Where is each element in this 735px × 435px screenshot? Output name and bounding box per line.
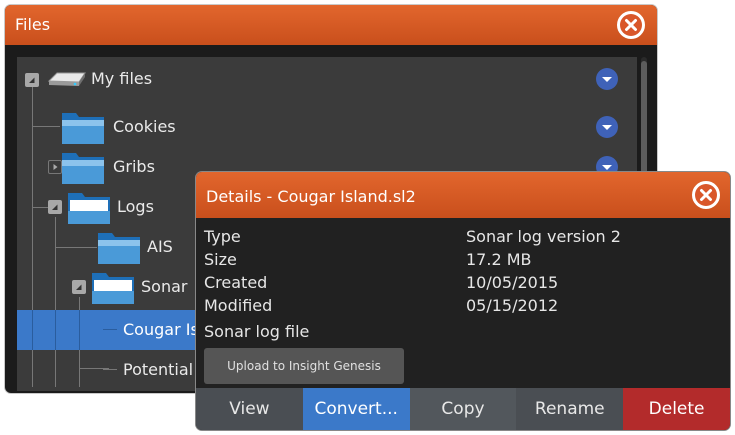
view-button[interactable]: View	[196, 388, 303, 430]
files-title: Files	[15, 15, 51, 34]
triangle-down-icon	[29, 77, 35, 83]
rename-button[interactable]: Rename	[516, 388, 624, 430]
tree-item-label: AIS	[147, 237, 173, 256]
tree-guide-line	[55, 310, 56, 350]
delete-button[interactable]: Delete	[623, 388, 730, 430]
detail-value-created: 10/05/2015	[466, 273, 559, 292]
details-dialog: Details - Cougar Island.sl2 Type Sonar l…	[196, 172, 730, 430]
upload-insight-genesis-button[interactable]: Upload to Insight Genesis	[204, 348, 404, 384]
collapse-toggle[interactable]	[25, 73, 39, 87]
files-titlebar: Files	[5, 5, 657, 45]
folder-icon	[98, 233, 140, 264]
chevron-down-icon	[602, 77, 612, 82]
detail-key-created: Created	[204, 273, 268, 292]
copy-button[interactable]: Copy	[409, 388, 517, 430]
detail-note: Sonar log file	[204, 322, 310, 341]
convert-button[interactable]: Convert...	[302, 388, 410, 430]
detail-key-modified: Modified	[204, 296, 273, 315]
folder-open-icon	[92, 273, 134, 304]
tree-item-label: Sonar	[141, 277, 188, 296]
detail-key-type: Type	[204, 227, 241, 246]
drive-icon	[47, 72, 86, 86]
tree-guide-line	[103, 369, 117, 370]
folder-open-icon	[68, 193, 110, 224]
folder-icon	[62, 153, 104, 184]
detail-value-modified: 05/15/2012	[466, 296, 559, 315]
details-title: Details - Cougar Island.sl2	[206, 187, 416, 206]
tree-item-label: Cougar Is	[123, 320, 199, 339]
item-menu-button[interactable]	[596, 116, 618, 138]
folder-icon	[62, 113, 104, 144]
triangle-down-icon	[76, 284, 82, 290]
close-icon	[620, 14, 642, 36]
action-bar: View Convert... Copy Rename Delete	[196, 388, 730, 430]
tree-item-my-files[interactable]: My files	[17, 59, 637, 99]
tree-item-label: Gribs	[113, 157, 155, 176]
tree-guide-line	[103, 329, 117, 330]
details-titlebar: Details - Cougar Island.sl2	[196, 172, 730, 218]
triangle-right-icon	[53, 164, 58, 170]
detail-value-size: 17.2 MB	[466, 250, 532, 269]
close-icon	[695, 184, 717, 206]
tree-item-cookies[interactable]: Cookies	[17, 107, 637, 147]
tree-guide-line	[79, 310, 80, 350]
collapse-toggle[interactable]	[48, 200, 62, 214]
tree-item-label: Cookies	[113, 117, 176, 136]
chevron-down-icon	[602, 125, 612, 130]
tree-item-label: My files	[91, 69, 153, 88]
details-close-button[interactable]	[692, 181, 720, 209]
tree-item-label: Logs	[117, 197, 154, 216]
triangle-down-icon	[52, 204, 58, 210]
item-menu-button[interactable]	[596, 68, 618, 90]
files-close-button[interactable]	[617, 11, 645, 39]
detail-value-type: Sonar log version 2	[466, 227, 621, 246]
detail-key-size: Size	[204, 250, 237, 269]
collapse-toggle[interactable]	[72, 280, 86, 294]
expand-toggle[interactable]	[48, 160, 62, 174]
tree-guide-line	[32, 310, 33, 350]
